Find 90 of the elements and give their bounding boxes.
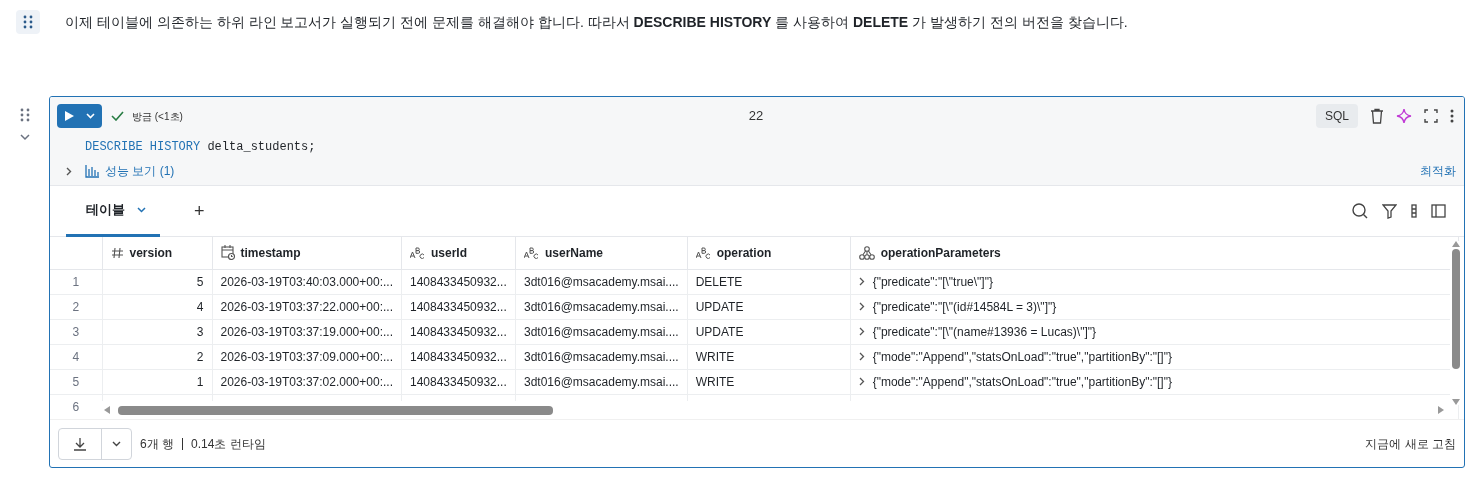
column-header[interactable]: timestamp [240,243,301,262]
column-icon[interactable] [1411,204,1417,218]
scroll-right-icon[interactable] [1438,406,1444,414]
drag-handle-icon[interactable] [16,10,40,34]
table-cell-text: {"mode":"Append","statsOnLoad":"true","partitionBy":"[]"} [872,348,1172,366]
table-cell: 1408433450932... [410,324,507,339]
table-cell: 3dt016@msacademy.msai.... [524,274,679,289]
more-options-icon[interactable] [1450,109,1454,123]
column-header[interactable]: operationParameters [880,243,1001,262]
scroll-up-icon[interactable] [1452,241,1460,247]
paragraph-text: 이제 테이블에 의존하는 하위 라인 보고서가 실행되기 전에 문제를 해결해야 합니다. 따라서 DESCRIBE HISTORY 를 사용하여 DELETE 가 발생하기 전의 버전을 찾습니다. [65,12,1128,32]
table-cell: 3 [196,324,204,339]
table-cell: 2026-03-19T03:40:03.000+00:... [220,274,393,289]
row-number: 6 [72,399,80,414]
table-cell-text: {"predicate":"[\"(name#13936 = Lucas)\"]"} [872,323,1097,341]
expand-chevron-icon[interactable] [858,377,865,386]
expand-chevron-icon[interactable] [858,352,865,361]
table-cell: 2026-03-19T03:37:19.000+00:... [220,324,393,339]
expand-chevron-icon[interactable] [858,327,865,336]
table-cell: UPDATE [695,299,744,314]
number-type-icon [110,246,124,259]
table-cell: 3dt016@msacademy.msai.... [524,299,679,314]
refresh-status-text: 지금에 새로 고침 [1365,435,1456,453]
table-cell: 4 [196,299,204,314]
table-cell: 2026-03-19T03:37:02.000+00:... [220,374,393,389]
row-number: 4 [72,349,80,364]
table-cell: UPDATE [695,324,744,339]
table-cell: 2026-03-19T03:37:22.000+00:... [220,299,393,314]
table-cell: 2026-03-19T03:37:09.000+00:... [220,349,393,364]
table-cell-text: {"predicate":"[\"true\"]"} [872,273,993,291]
drag-handle-icon[interactable] [19,108,30,122]
row-count-text: 6개 행 [140,435,174,453]
code-line: DESCRIBE HISTORY delta_students; [84,139,317,156]
filter-icon[interactable] [1382,203,1397,219]
language-badge[interactable]: SQL [1316,104,1358,128]
table-cell: 1408433450932... [410,349,507,364]
table-cell: 1 [196,374,204,389]
string-type-icon [410,246,425,259]
table-cell: WRITE [695,349,735,364]
run-status-text: 방금 (<1초) [132,109,183,124]
runtime-text: 0.14초 런타임 [191,435,266,453]
table-cell-text: {"mode":"Append","statsOnLoad":"true","partitionBy":"[]"} [872,373,1172,391]
fullscreen-icon[interactable] [1424,109,1438,123]
sparkle-icon[interactable] [1396,108,1412,124]
vertical-scrollbar[interactable] [1450,241,1462,405]
download-icon[interactable] [73,436,87,451]
table-cell: 1408433450932... [410,299,507,314]
play-icon[interactable] [65,111,74,121]
expand-chevron-icon[interactable] [858,302,865,311]
string-type-icon [524,246,539,259]
side-panel-icon[interactable] [1431,204,1446,218]
row-number: 5 [72,374,80,389]
table-cell: 1408433450932... [410,274,507,289]
table-cell: 2 [196,349,204,364]
trash-icon[interactable] [1370,108,1384,124]
column-header[interactable]: version [129,243,173,262]
table-cell: 1408433450932... [410,374,507,389]
table-cell: DELETE [695,274,743,289]
column-header[interactable]: operation [716,243,772,262]
download-button[interactable] [58,427,132,460]
table-cell: 3dt016@msacademy.msai.... [524,324,679,339]
bar-chart-icon [85,164,99,178]
row-number: 3 [72,324,80,339]
table-cell: 5 [196,274,204,289]
result-tab[interactable]: 테이블 [66,185,160,237]
string-type-icon [695,246,711,259]
table-cell-text: {"predicate":"[\"(id#14584L = 3)\"]"} [872,298,1057,316]
calendar-icon [220,245,235,261]
expand-chevron-icon[interactable] [66,166,72,176]
caret-icon[interactable] [137,206,146,213]
optimize-link[interactable]: 최적화 [1420,162,1456,180]
expand-chevron-icon[interactable] [858,277,865,286]
column-header[interactable]: userId [431,243,467,262]
column-header[interactable]: userName [545,243,603,262]
table-cell: 3dt016@msacademy.msai.... [524,374,679,389]
add-tab-button[interactable]: + [194,197,205,225]
table-cell: WRITE [695,374,735,389]
scroll-down-icon[interactable] [1452,399,1460,405]
struct-type-icon [858,245,875,260]
scroll-left-icon[interactable] [104,406,110,414]
cell-number-text: 22 [748,107,764,126]
performance-link[interactable]: 성능 보기 (1) [105,162,175,180]
row-number: 1 [72,274,80,289]
search-icon[interactable] [1352,203,1368,219]
dropdown-caret-icon[interactable] [112,440,121,447]
collapse-chevron-icon[interactable] [19,134,30,141]
check-icon [111,111,124,121]
row-number: 2 [72,299,80,314]
run-button[interactable] [57,104,102,128]
table-cell: 3dt016@msacademy.msai.... [524,349,679,364]
